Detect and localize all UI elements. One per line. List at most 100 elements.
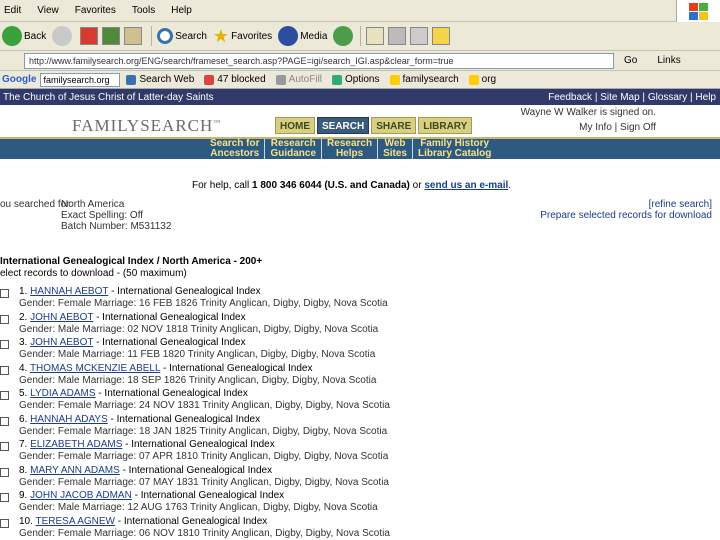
subnav-web-sites[interactable]: Web Sites	[377, 139, 412, 159]
select-checkbox[interactable]	[0, 365, 9, 375]
history-icon[interactable]	[333, 26, 354, 46]
result-detail: Gender: Male Marriage: 18 SEP 1826 Trini…	[19, 374, 377, 386]
menu-edit[interactable]: Edit	[4, 5, 21, 16]
criteria-batch: Batch Number: M531132	[61, 221, 172, 232]
menu-favorites[interactable]: Favorites	[75, 5, 116, 16]
select-checkbox[interactable]	[0, 442, 9, 451]
result-name-link[interactable]: HANNAH ADAYS	[30, 414, 108, 425]
result-name-link[interactable]: TERESA AGNEW	[36, 516, 115, 527]
result-name-link[interactable]: JOHN JACOB ADMAN	[30, 490, 132, 501]
back-button[interactable]: Back	[2, 26, 46, 46]
search-criteria: North America Exact Spelling: Off Batch …	[61, 199, 171, 232]
go-button[interactable]: Go	[624, 55, 637, 66]
result-detail: Gender: Male Marriage: 11 FEB 1820 Trini…	[19, 349, 376, 360]
select-checkbox[interactable]	[0, 467, 9, 477]
subnav-search-ancestors[interactable]: Search for Ancestors	[210, 139, 264, 159]
search-web-button[interactable]: Search Web	[126, 74, 194, 85]
toolbar-separator	[360, 26, 362, 46]
subnav-items: Search for Ancestors Research Guidance Res…	[210, 139, 496, 159]
refine-links: [refine search] Prepare selected records…	[540, 199, 712, 221]
account-links[interactable]: My Info | Sign Off	[521, 122, 656, 133]
email-link[interactable]: send us an e-mail	[424, 180, 508, 191]
refine-search-link[interactable]: [refine search]	[540, 199, 712, 210]
tab-search[interactable]: SEARCH	[317, 117, 370, 134]
autofill-icon	[275, 74, 286, 85]
back-arrow-icon	[2, 26, 22, 46]
result-detail: Gender: Female Marriage: 16 FEB 1826 Tri…	[19, 298, 388, 309]
result-name-link[interactable]: JOHN AEBOT	[30, 337, 93, 348]
tab-home[interactable]: HOME	[275, 117, 315, 134]
select-checkbox[interactable]	[0, 391, 9, 400]
result-number: 8.	[19, 464, 28, 476]
result-source: - International Genealogical Index	[160, 362, 313, 374]
mail-icon[interactable]	[366, 27, 385, 45]
favorites-button[interactable]: ★ Favorites	[213, 26, 272, 47]
refresh-icon[interactable]	[102, 27, 121, 45]
menu-tools[interactable]: Tools	[132, 5, 155, 16]
select-note: elect records to download - (50 maximum)	[0, 268, 187, 279]
print-icon[interactable]	[388, 27, 407, 45]
subnav-research-guidance[interactable]: Research Guidance	[264, 139, 321, 159]
stop-icon[interactable]	[80, 27, 99, 45]
select-checkbox[interactable]	[0, 289, 9, 298]
links-button[interactable]: Links	[657, 55, 680, 66]
select-checkbox[interactable]	[0, 314, 9, 324]
address-input[interactable]: http://www.familysearch.org/ENG/search/f…	[24, 52, 614, 69]
result-name-link[interactable]: JOHN AEBOT	[30, 312, 93, 323]
result-detail: Gender: Male Marriage: 12 AUG 1763 Trini…	[19, 502, 378, 513]
subnav-library-catalog[interactable]: Family History Library Catalog	[411, 139, 496, 159]
windows-logo-icon	[676, 0, 720, 22]
result-name-link[interactable]: THOMAS MCKENZIE ABELL	[30, 363, 160, 374]
menu-bar: Edit View Favorites Tools Help	[0, 0, 720, 22]
tab-library[interactable]: LIBRARY	[418, 117, 473, 134]
result-detail: Gender: Female Marriage: 07 APR 1810 Tri…	[19, 451, 389, 462]
church-name[interactable]: The Church of Jesus Christ of Latter-day…	[3, 92, 214, 103]
result-source: - International Genealogical Index	[108, 286, 261, 297]
result-detail: Gender: Female Marriage: 06 NOV 1810 Tri…	[19, 527, 390, 539]
subnav-research-helps[interactable]: Research Helps	[321, 139, 377, 159]
home-icon[interactable]	[124, 27, 143, 45]
select-checkbox[interactable]	[0, 518, 9, 528]
search-button[interactable]: Search	[157, 28, 207, 44]
result-source: - International Genealogical Index	[93, 337, 246, 348]
download-link[interactable]: Prepare selected records for download	[540, 210, 712, 221]
result-name-link[interactable]: LYDIA ADAMS	[30, 388, 95, 399]
google-logo[interactable]: Google	[2, 74, 36, 85]
popup-blocker-button[interactable]: 47 blocked	[204, 74, 266, 85]
result-number: 5.	[19, 388, 28, 399]
help-line: For help, call 1 800 346 6044 (U.S. and …	[192, 180, 512, 191]
main-tabs: HOME SEARCH SHARE LIBRARY	[275, 117, 474, 134]
edit-icon[interactable]	[410, 27, 429, 45]
result-name-link[interactable]: HANNAH AEBOT	[30, 286, 108, 297]
result-title-line: 5. LYDIA ADAMS - International Genealogi…	[19, 388, 248, 399]
familysearch-logo[interactable]: FAMILYSEARCH™	[72, 116, 221, 136]
google-search-input[interactable]: familysearch.org	[40, 72, 121, 87]
result-row: 8. MARY ANN ADAMS - International Geneal…	[0, 465, 720, 491]
highlight-org-button[interactable]: org	[468, 74, 496, 85]
autofill-button[interactable]: AutoFill	[275, 74, 322, 85]
select-checkbox[interactable]	[0, 340, 9, 349]
options-button[interactable]: Options	[332, 74, 380, 85]
result-name-link[interactable]: ELIZABETH ADAMS	[30, 439, 122, 450]
trademark-mark: ™	[213, 118, 222, 127]
result-row: 4. THOMAS MCKENZIE ABELL - International…	[0, 363, 720, 389]
star-icon: ★	[212, 25, 230, 46]
discuss-icon[interactable]	[432, 27, 451, 45]
menu-view[interactable]: View	[37, 5, 59, 16]
result-row: 5. LYDIA ADAMS - International Genealogi…	[0, 388, 720, 414]
tab-share[interactable]: SHARE	[371, 117, 417, 134]
select-checkbox[interactable]	[0, 416, 9, 426]
signed-in-text: Wayne W Walker is signed on.	[520, 107, 656, 118]
result-name-link[interactable]: MARY ANN ADAMS	[30, 465, 120, 476]
user-info: Wayne W Walker is signed on. My Info | S…	[521, 107, 656, 137]
media-button[interactable]: Media	[278, 26, 327, 46]
top-links[interactable]: Feedback | Site Map | Glossary | Help	[548, 92, 716, 103]
result-row: 9. JOHN JACOB ADMAN - International Gene…	[0, 490, 720, 516]
result-row: 6. HANNAH ADAYS - International Genealog…	[0, 414, 720, 440]
result-number: 1.	[19, 286, 28, 297]
select-checkbox[interactable]	[0, 493, 9, 502]
highlight-familysearch-button[interactable]: familysearch	[389, 74, 459, 85]
result-row: 7. ELIZABETH ADAMS - International Genea…	[0, 439, 720, 465]
forward-arrow-icon[interactable]	[52, 26, 73, 46]
menu-help[interactable]: Help	[171, 5, 192, 16]
